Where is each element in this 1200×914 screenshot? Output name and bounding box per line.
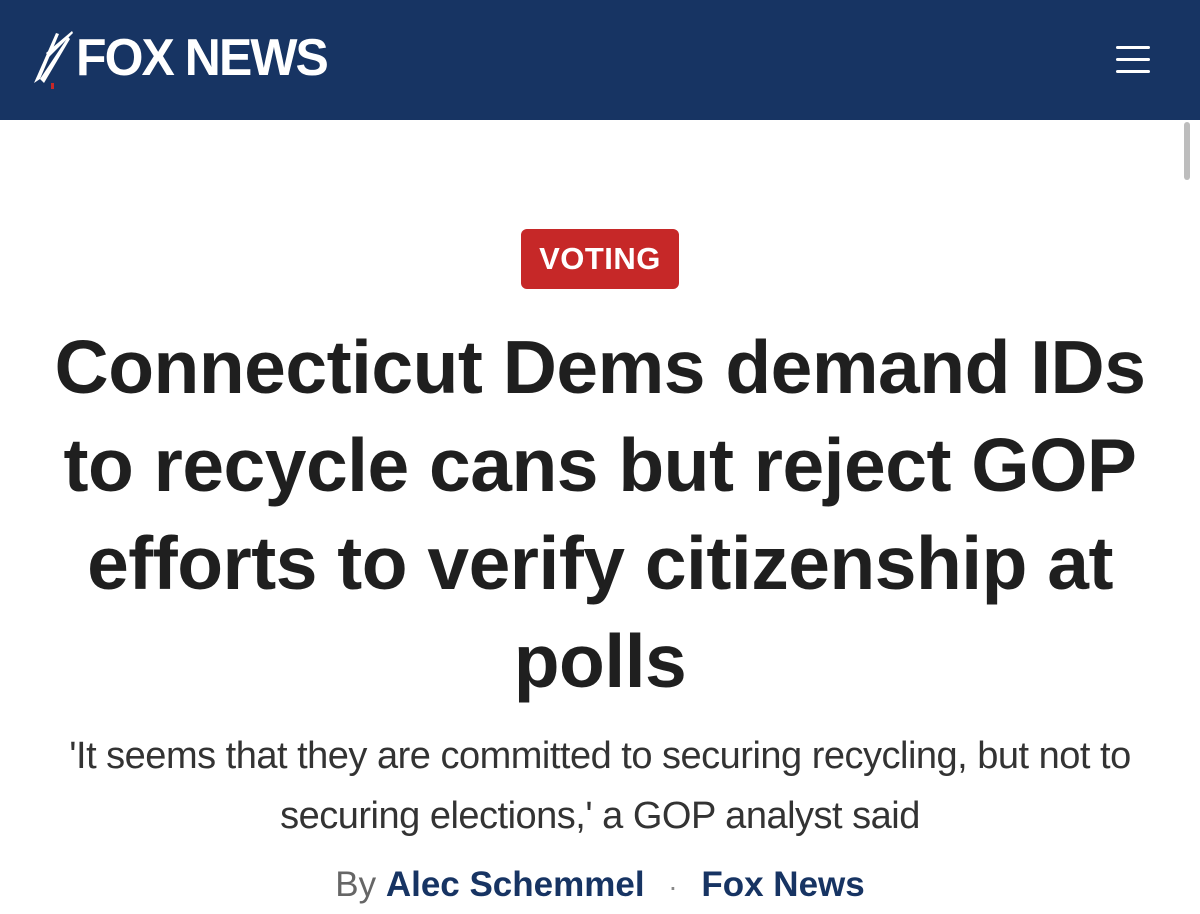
- byline: By Alec Schemmel · Fox News: [0, 860, 1200, 912]
- fox-news-logo[interactable]: FOX NEWS: [30, 26, 337, 90]
- article-subheadline: 'It seems that they are committed to sec…: [69, 735, 1131, 837]
- fox-news-searchlight-icon: [34, 31, 73, 89]
- category-tag[interactable]: VOTING: [521, 229, 679, 289]
- byline-prefix: By: [335, 865, 386, 904]
- outlet-link[interactable]: Fox News: [701, 865, 864, 904]
- article-headline: Connecticut Dems demand IDs to recycle c…: [54, 325, 1146, 703]
- site-header: FOX NEWS: [0, 0, 1200, 120]
- byline-separator: ·: [668, 871, 678, 902]
- scrollbar-thumb[interactable]: [1184, 122, 1190, 180]
- author-link[interactable]: Alec Schemmel: [386, 865, 645, 904]
- logo-wordmark: FOX NEWS: [76, 29, 329, 87]
- hamburger-menu-icon[interactable]: [1110, 40, 1156, 80]
